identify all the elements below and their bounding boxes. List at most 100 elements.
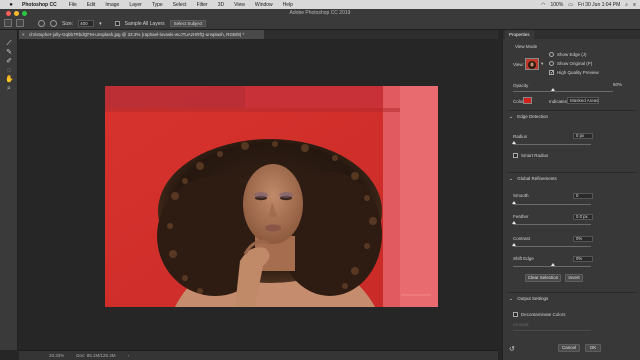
edge-detection-header[interactable]: Edge Detection — [509, 114, 548, 120]
toolbox: ⟋ ✎ ✐ ◌ ✋ ⌕ — [0, 30, 18, 350]
radius-slider-track[interactable] — [513, 144, 591, 145]
clear-selection-button[interactable]: Clear Selection — [525, 274, 561, 282]
brush-tool-icon[interactable]: ✎ — [5, 49, 13, 57]
document-tab-label: christopher-jolly-Gqbb7RbdQFM-unsplash.j… — [29, 32, 245, 37]
amount-slider-track[interactable] — [513, 330, 591, 331]
radius-field[interactable]: 0 px — [573, 133, 593, 139]
portrait-photo — [105, 86, 438, 307]
zoom-level[interactable]: 33.33% — [49, 353, 64, 358]
decontaminate-option[interactable]: Decontaminate Colors — [513, 312, 566, 318]
size-field[interactable]: 400 — [78, 20, 95, 27]
menu-app-name[interactable]: Photoshop CC — [22, 2, 57, 8]
smart-radius-label: Smart Radius — [521, 153, 549, 158]
close-tab-icon[interactable]: × — [22, 30, 25, 39]
indicates-value: Masked Areas — [570, 98, 599, 103]
menu-file[interactable]: File — [69, 2, 77, 8]
view-dropdown-icon[interactable]: ▾ — [541, 61, 543, 67]
menu-select[interactable]: Select — [173, 2, 187, 8]
view-thumbnail[interactable] — [525, 58, 539, 70]
high-quality-preview-checkbox[interactable] — [549, 70, 554, 76]
shift-edge-slider-track[interactable] — [513, 266, 591, 267]
lasso-tool-icon[interactable]: ◌ — [5, 67, 13, 75]
zoom-tool-icon[interactable]: ⌕ — [5, 85, 13, 93]
feather-field[interactable]: 0.0 px — [573, 214, 593, 220]
show-original-option[interactable]: Show Original (P) — [549, 61, 593, 67]
opacity-slider-thumb[interactable] — [551, 88, 555, 91]
system-tray: ◠ 100% ▭ Fri 30 Jun 1:04 PM ⌕ ≡ — [541, 0, 636, 9]
document-size[interactable]: Doc: 85.1M/125.3M — [76, 353, 115, 358]
battery-icon[interactable]: ▭ — [568, 2, 573, 8]
opacity-value[interactable]: 50% — [613, 82, 622, 87]
menu-list-icon[interactable]: ≡ — [633, 2, 636, 8]
menu-edit[interactable]: Edit — [87, 2, 96, 8]
menu-layer[interactable]: Layer — [129, 2, 142, 8]
brush-tool-preset-icon[interactable] — [16, 19, 24, 27]
contrast-slider-thumb[interactable] — [512, 243, 516, 246]
refine-edge-brush-icon[interactable]: ✐ — [5, 58, 13, 66]
high-quality-preview-label: High Quality Preview — [557, 70, 599, 75]
contrast-field[interactable]: 0% — [573, 236, 593, 242]
wifi-icon[interactable]: ◠ — [541, 2, 545, 8]
contrast-slider-track[interactable] — [513, 246, 591, 247]
properties-tab[interactable]: Properties — [505, 30, 534, 39]
smooth-slider-track[interactable] — [513, 204, 591, 205]
reset-icon[interactable]: ↺ — [509, 345, 515, 353]
size-dropdown-icon[interactable]: ▾ — [99, 21, 102, 27]
cancel-button[interactable]: Cancel — [558, 344, 580, 352]
decontaminate-checkbox[interactable] — [513, 312, 518, 318]
global-refinements-header[interactable]: Global Refinements — [509, 176, 557, 182]
apple-menu-icon[interactable]: ● — [0, 2, 22, 8]
opacity-slider-track[interactable] — [513, 91, 613, 92]
ok-button[interactable]: OK — [585, 344, 601, 352]
contrast-label: Contrast — [513, 236, 531, 241]
document-tab[interactable]: × christopher-jolly-Gqbb7RbdQFM-unsplash… — [19, 30, 264, 39]
menu-view[interactable]: View — [234, 2, 245, 8]
menu-window[interactable]: Window — [255, 2, 273, 8]
smooth-field[interactable]: 0 — [573, 193, 593, 199]
invert-button[interactable]: Invert — [565, 274, 583, 282]
smooth-slider-thumb[interactable] — [512, 201, 516, 204]
menu-3d[interactable]: 3D — [218, 2, 224, 8]
add-to-selection-icon[interactable] — [38, 20, 45, 27]
shift-edge-slider-thumb[interactable] — [551, 263, 555, 266]
properties-panel: Properties View Mode View: ▾ Show Edge (… — [502, 30, 640, 360]
clock[interactable]: Fri 30 Jun 1:04 PM — [578, 2, 620, 8]
radius-label: Radius — [513, 134, 528, 139]
sample-all-layers-checkbox[interactable] — [114, 21, 120, 26]
divider — [507, 110, 637, 111]
show-edge-option[interactable]: Show Edge (J) — [549, 52, 587, 58]
shift-edge-label: Shift Edge — [513, 256, 534, 261]
decontaminate-label: Decontaminate Colors — [521, 312, 566, 317]
output-settings-header[interactable]: Output Settings — [509, 296, 548, 302]
search-icon[interactable]: ⌕ — [625, 2, 628, 8]
quick-selection-tool-icon[interactable]: ⟋ — [5, 40, 13, 48]
smart-radius-option[interactable]: Smart Radius — [513, 153, 549, 159]
show-original-label: Show Original (P) — [557, 61, 593, 66]
battery-level[interactable]: 100% — [550, 2, 563, 8]
menu-image[interactable]: Image — [105, 2, 119, 8]
feather-slider-track[interactable] — [513, 224, 591, 225]
shift-edge-field[interactable]: 0% — [573, 256, 593, 262]
view-mode-label: View Mode — [515, 44, 538, 49]
menu-type[interactable]: Type — [152, 2, 163, 8]
menu-help[interactable]: Help — [283, 2, 293, 8]
radius-slider-thumb[interactable] — [512, 141, 516, 144]
quick-selection-tool-preset-icon[interactable] — [4, 19, 12, 27]
hand-tool-icon[interactable]: ✋ — [5, 76, 14, 84]
photo-canvas[interactable] — [105, 86, 438, 307]
status-arrow-icon[interactable]: › — [128, 353, 130, 358]
show-edge-radio[interactable] — [549, 52, 554, 58]
opacity-label: Opacity — [513, 83, 529, 88]
select-subject-button[interactable]: Select Subject — [169, 20, 207, 27]
smart-radius-checkbox[interactable] — [513, 153, 518, 159]
subtract-from-selection-icon[interactable] — [50, 20, 57, 27]
feather-label: Feather — [513, 214, 529, 219]
menu-filter[interactable]: Filter — [197, 2, 208, 8]
high-quality-preview-option[interactable]: High Quality Preview — [549, 70, 599, 76]
feather-slider-thumb[interactable] — [512, 221, 516, 224]
indicates-dropdown[interactable]: Masked Areas — [567, 97, 599, 104]
indicates-label: Indicates: — [549, 99, 569, 104]
show-edge-label: Show Edge (J) — [557, 52, 587, 57]
overlay-color-swatch[interactable] — [523, 97, 532, 104]
show-original-radio[interactable] — [549, 61, 554, 67]
